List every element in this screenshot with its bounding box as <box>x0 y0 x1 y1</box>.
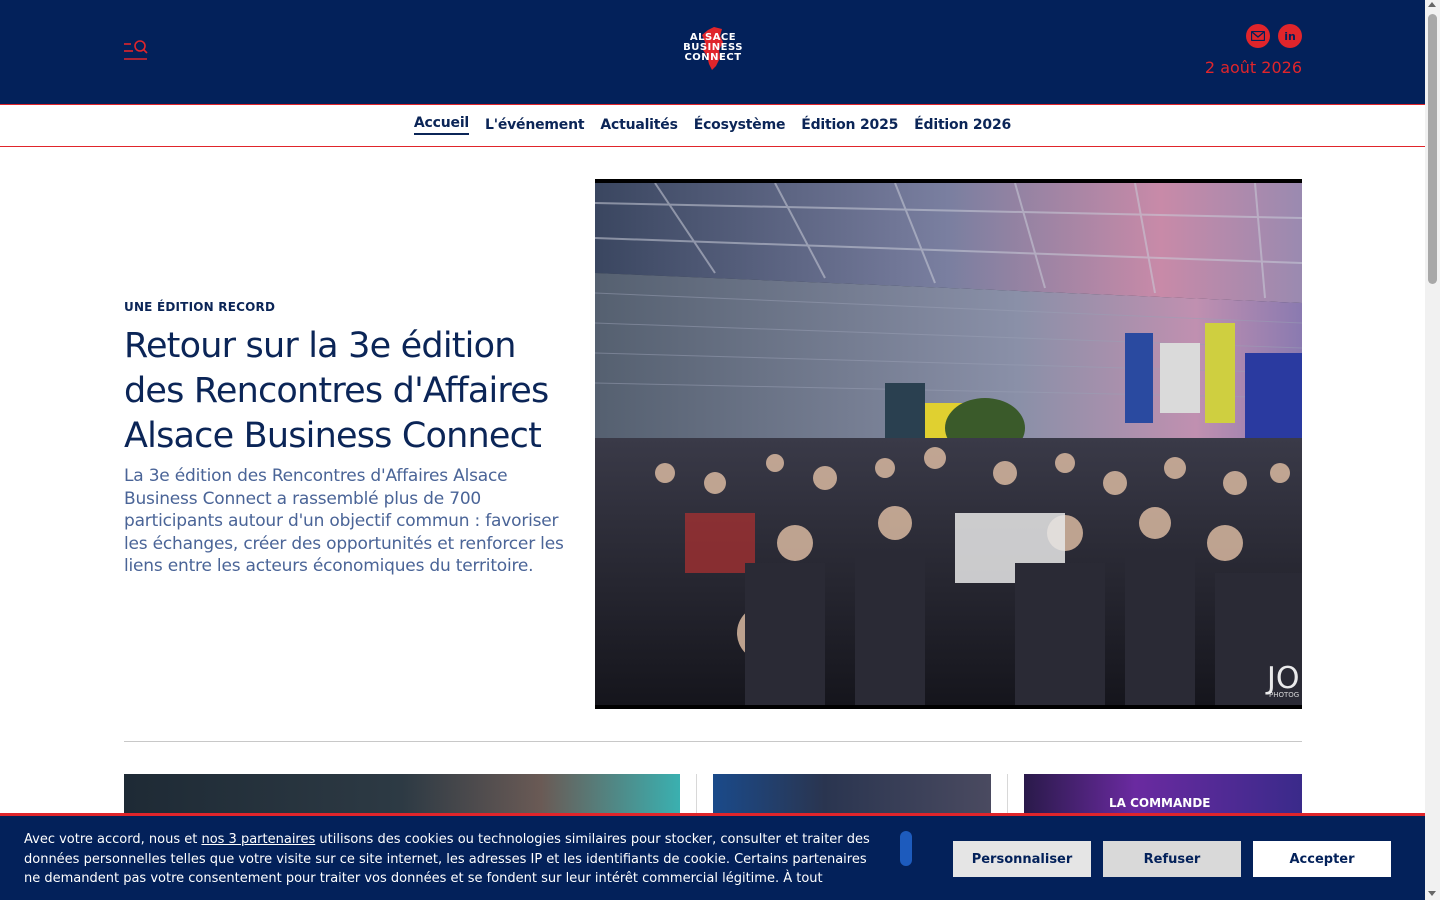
current-date: 2 août 2026 <box>1204 58 1302 77</box>
scroll-up-icon[interactable] <box>1428 2 1436 7</box>
page-scrollbar[interactable] <box>1425 0 1440 900</box>
cookie-text-start: Avec votre accord, nous et <box>24 832 202 847</box>
mail-icon[interactable] <box>1246 24 1270 48</box>
hero-image[interactable]: JO PHOTOG <box>595 179 1302 709</box>
scroll-down-icon[interactable] <box>1428 891 1436 896</box>
nav-item-evenement[interactable]: L'événement <box>477 117 592 133</box>
nav-item-edition-2026[interactable]: Édition 2026 <box>906 117 1019 133</box>
nav-item-edition-2025[interactable]: Édition 2025 <box>793 117 906 133</box>
partners-link[interactable]: nos 3 partenaires <box>201 832 315 847</box>
hero-image-watermark-sub: PHOTOG <box>1269 691 1299 699</box>
hero-kicker: UNE ÉDITION RECORD <box>124 300 276 314</box>
nav-item-actualites[interactable]: Actualités <box>592 117 685 133</box>
cookie-banner: Avec votre accord, nous et nos 3 partena… <box>0 813 1425 900</box>
scrollbar-thumb[interactable] <box>1428 14 1437 284</box>
page: ALSACE BUSINESS CONNECT in 2 août 2026 A… <box>0 0 1425 900</box>
hero-article[interactable]: UNE ÉDITION RECORD Retour sur la 3e édit… <box>124 300 574 578</box>
accept-button[interactable]: Accepter <box>1252 840 1392 878</box>
linkedin-icon[interactable]: in <box>1278 24 1302 48</box>
personalize-button[interactable]: Personnaliser <box>952 840 1092 878</box>
site-header: ALSACE BUSINESS CONNECT in 2 août 2026 <box>0 0 1425 105</box>
site-logo[interactable]: ALSACE BUSINESS CONNECT <box>668 24 758 72</box>
logo-line-3: CONNECT <box>684 52 742 63</box>
menu-search-icon[interactable] <box>122 38 150 64</box>
thumbnail-caption: LA COMMANDE <box>1109 796 1211 810</box>
cookie-text-scrollbar[interactable] <box>900 831 912 866</box>
nav-item-accueil[interactable]: Accueil <box>413 115 469 135</box>
cookie-text: Avec votre accord, nous et nos 3 partena… <box>24 830 874 890</box>
nav-item-ecosysteme[interactable]: Écosystème <box>686 117 794 133</box>
hero-title[interactable]: Retour sur la 3e édition des Rencontres … <box>124 324 574 459</box>
main-nav: Accueil L'événement Actualités Écosystèm… <box>0 105 1425 147</box>
hero-description: La 3e édition des Rencontres d'Affaires … <box>124 466 564 576</box>
refuse-button[interactable]: Refuser <box>1102 840 1242 878</box>
section-divider <box>124 741 1302 742</box>
